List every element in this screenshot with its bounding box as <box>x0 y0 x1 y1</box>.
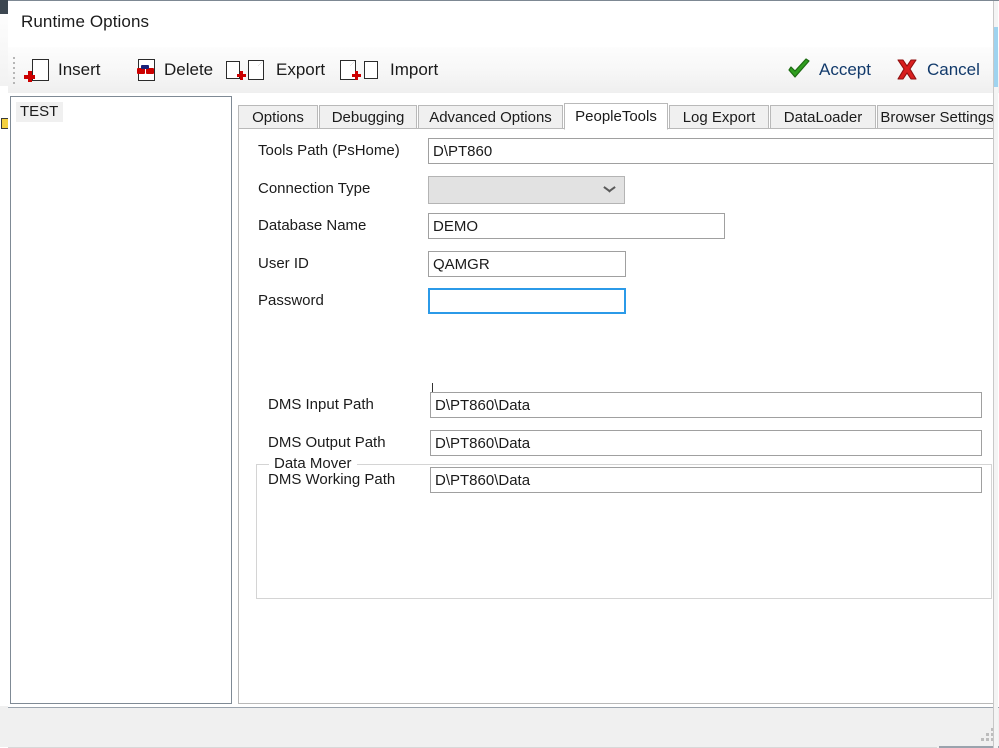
tab-dataloader[interactable]: DataLoader <box>770 105 876 129</box>
tab-label: DataLoader <box>784 109 862 126</box>
connection-type-select[interactable] <box>428 176 625 204</box>
database-import-icon <box>340 57 384 83</box>
window-title: Runtime Options <box>21 12 149 32</box>
delete-button[interactable]: Delete <box>128 51 215 89</box>
delete-label: Delete <box>164 60 213 80</box>
field-row-dms-output-path: DMS Output Path <box>268 430 992 456</box>
list-item-test[interactable]: TEST <box>16 102 63 122</box>
accept-label: Accept <box>819 60 871 80</box>
tab-advanced-options[interactable]: Advanced Options <box>418 105 563 129</box>
tab-label: Options <box>252 109 304 126</box>
import-button[interactable]: Import <box>338 51 440 89</box>
import-label: Import <box>390 60 438 80</box>
field-row-database-name: Database Name <box>258 213 994 239</box>
dms-working-path-input[interactable] <box>430 467 982 493</box>
field-row-tools-path: Tools Path (PsHome) <box>258 138 994 164</box>
database-list-panel[interactable]: TEST <box>10 96 232 704</box>
tab-debugging[interactable]: Debugging <box>319 105 417 129</box>
toolbar: Insert Delete <box>8 47 999 94</box>
user-id-input[interactable] <box>428 251 626 277</box>
cancel-label: Cancel <box>927 60 980 80</box>
dms-input-path-input[interactable] <box>430 392 982 418</box>
dms-output-path-label: DMS Output Path <box>268 434 386 451</box>
tab-browser-settings[interactable]: Browser Settings <box>877 105 997 129</box>
database-name-input[interactable] <box>428 213 725 239</box>
field-row-connection-type: Connection Type <box>258 176 994 202</box>
tab-label: PeopleTools <box>575 108 657 125</box>
list-item-label: TEST <box>20 103 58 120</box>
field-row-dms-input-path: DMS Input Path <box>268 392 992 418</box>
export-button[interactable]: Export <box>224 51 327 89</box>
resize-grip-icon[interactable] <box>980 728 994 742</box>
field-row-password: Password <box>258 288 994 314</box>
field-row-user-id: User ID <box>258 251 994 277</box>
tools-path-input[interactable] <box>428 138 994 164</box>
cancel-button[interactable]: Cancel <box>894 51 980 89</box>
dms-input-path-label: DMS Input Path <box>268 396 374 413</box>
database-export-icon <box>226 57 270 83</box>
database-name-label: Database Name <box>258 217 366 234</box>
tab-label: Advanced Options <box>429 109 552 126</box>
red-x-icon <box>894 58 920 82</box>
tools-path-label: Tools Path (PsHome) <box>258 142 400 159</box>
titlebar: Runtime Options <box>8 1 999 47</box>
tab-label: Browser Settings <box>880 109 993 126</box>
dms-output-path-input[interactable] <box>430 430 982 456</box>
tab-strip: Options Debugging Advanced Options Peopl… <box>238 103 997 129</box>
password-label: Password <box>258 292 324 309</box>
dms-working-path-label: DMS Working Path <box>268 471 395 488</box>
chevron-down-icon <box>604 186 615 193</box>
password-input[interactable] <box>428 288 626 314</box>
tab-peopletools[interactable]: PeopleTools <box>564 103 668 130</box>
field-row-dms-working-path: DMS Working Path <box>268 467 992 493</box>
dialog-body: TEST Options Debugging Advanced Options … <box>8 93 999 707</box>
scrollbar-thumb[interactable] <box>994 27 998 87</box>
red-x-badge-icon <box>137 65 155 76</box>
green-check-icon <box>786 58 812 82</box>
background-footer <box>0 706 8 747</box>
tab-label: Debugging <box>332 109 405 126</box>
insert-label: Insert <box>58 60 101 80</box>
tab-options[interactable]: Options <box>238 105 318 129</box>
tab-label: Log Export <box>683 109 756 126</box>
database-insert-icon <box>24 57 52 83</box>
background-toolbar <box>0 14 8 87</box>
connection-type-label: Connection Type <box>258 180 370 197</box>
insert-button[interactable]: Insert <box>22 51 103 89</box>
toolbar-drag-handle[interactable] <box>12 57 17 83</box>
database-delete-icon <box>130 57 158 83</box>
export-label: Export <box>276 60 325 80</box>
background-titlebar <box>0 0 8 14</box>
user-id-label: User ID <box>258 255 309 272</box>
runtime-options-window: Runtime Options Insert <box>8 0 999 747</box>
tab-log-export[interactable]: Log Export <box>669 105 769 129</box>
vertical-scrollbar[interactable] <box>993 1 998 748</box>
accept-button[interactable]: Accept <box>786 51 871 89</box>
statusbar <box>8 707 999 748</box>
